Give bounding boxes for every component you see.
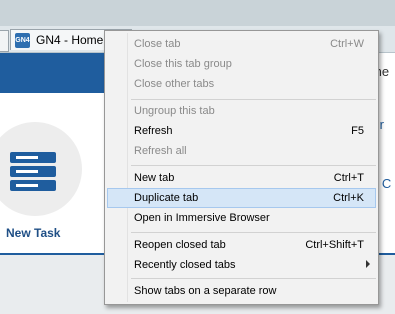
previous-tab[interactable] — [0, 30, 9, 52]
menu-separator — [131, 278, 376, 279]
menu-item-label: Refresh all — [134, 145, 187, 157]
menu-item-label: Recently closed tabs — [134, 259, 236, 271]
menu-item-ungroup-tab[interactable]: Ungroup this tab — [107, 101, 376, 121]
menu-item-open-immersive-browser[interactable]: Open in Immersive Browser — [107, 208, 376, 228]
menu-separator — [131, 165, 376, 166]
menu-item-label: Open in Immersive Browser — [134, 212, 270, 224]
menu-item-recently-closed-tabs[interactable]: Recently closed tabs — [107, 255, 376, 275]
menu-item-label: Close other tabs — [134, 78, 215, 90]
menu-item-shortcut: Ctrl+T — [333, 172, 364, 184]
menu-item-label: Reopen closed tab — [134, 239, 226, 251]
menu-item-shortcut: Ctrl+W — [330, 38, 364, 50]
menu-separator — [131, 232, 376, 233]
menu-item-reopen-closed-tab[interactable]: Reopen closed tab Ctrl+Shift+T — [107, 235, 376, 255]
menu-item-duplicate-tab[interactable]: Duplicate tab Ctrl+K — [107, 188, 376, 208]
menu-item-close-other-tabs[interactable]: Close other tabs — [107, 74, 376, 94]
menu-item-label: Refresh — [134, 125, 173, 137]
menu-item-shortcut: Ctrl+K — [333, 192, 364, 204]
window-top-band — [0, 0, 395, 26]
submenu-arrow-icon — [366, 260, 370, 268]
menu-item-show-tabs-separate-row[interactable]: Show tabs on a separate row — [107, 281, 376, 301]
menu-item-shortcut: Ctrl+Shift+T — [305, 239, 364, 251]
new-task-label[interactable]: New Task — [6, 226, 60, 240]
menu-item-shortcut: F5 — [351, 125, 364, 137]
menu-item-refresh[interactable]: Refresh F5 — [107, 121, 376, 141]
tab-context-menu: Close tab Ctrl+W Close this tab group Cl… — [104, 30, 379, 305]
tab-title: GN4 - Home — [36, 33, 104, 47]
server-stack-icon — [10, 152, 56, 191]
menu-item-label: New tab — [134, 172, 175, 184]
menu-item-new-tab[interactable]: New tab Ctrl+T — [107, 168, 376, 188]
menu-item-label: Ungroup this tab — [134, 105, 215, 117]
menu-item-close-tab-group[interactable]: Close this tab group — [107, 54, 376, 74]
menu-item-label: Close tab — [134, 38, 181, 50]
menu-item-label: Show tabs on a separate row — [134, 285, 277, 297]
gn4-favicon-icon: GN4 — [15, 32, 30, 48]
menu-separator — [131, 99, 376, 100]
menu-item-refresh-all[interactable]: Refresh all — [107, 141, 376, 161]
menu-item-label: Close this tab group — [134, 58, 232, 70]
menu-item-close-tab[interactable]: Close tab Ctrl+W — [107, 34, 376, 54]
menu-item-label: Duplicate tab — [134, 192, 199, 204]
